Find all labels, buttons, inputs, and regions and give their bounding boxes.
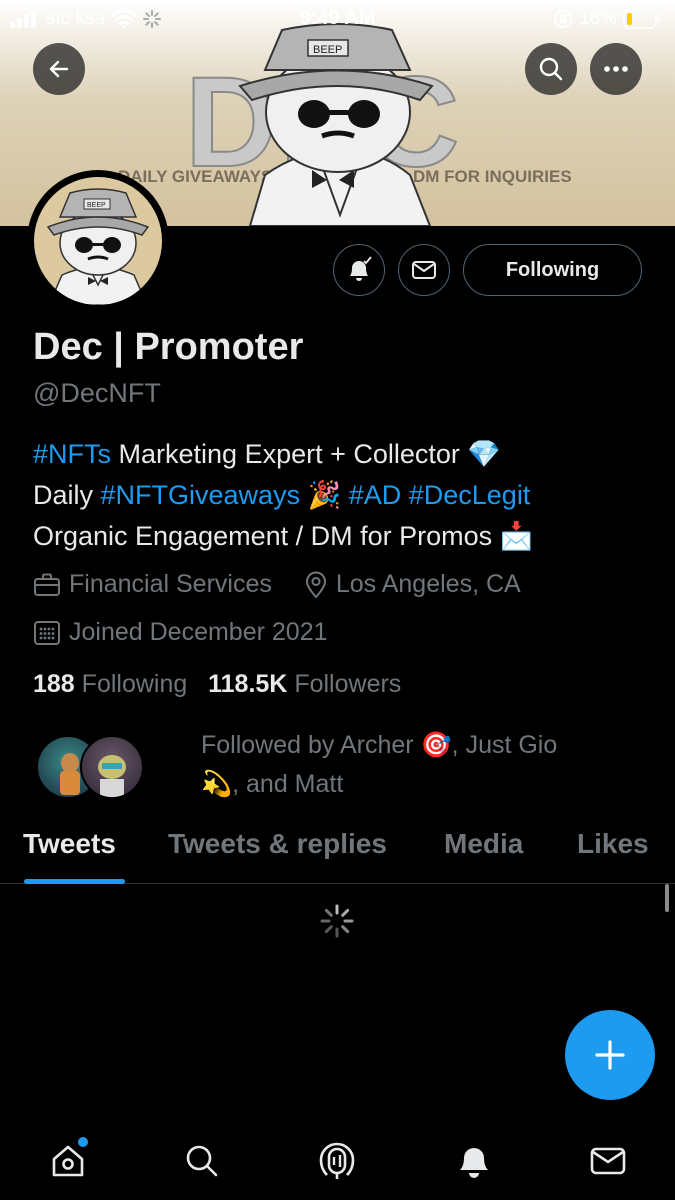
nav-search[interactable] [180, 1139, 224, 1183]
profile-bio: #NFTs Marketing Expert + Collector 💎 Dai… [33, 434, 653, 557]
nav-notifications[interactable] [452, 1139, 496, 1183]
banner-left-text: DAILY GIVEAWAYS [118, 167, 272, 186]
more-button[interactable] [590, 43, 642, 95]
profile-handle: @DecNFT [33, 378, 161, 408]
following-count: 188 [33, 670, 75, 698]
followed-by-line-1: Followed by Archer 🎯, Just Gio [201, 731, 558, 759]
followers-link[interactable]: 118.5K Followers [208, 670, 401, 698]
status-bar: stc ksa 9:49 AM 16% [0, 0, 675, 36]
status-right: 16% [553, 8, 661, 30]
compose-tweet-button[interactable] [565, 1010, 655, 1100]
profile-joined: Joined December 2021 [69, 618, 328, 646]
nav-messages[interactable] [586, 1139, 630, 1183]
profile-tabs: Tweets Tweets & replies Media Likes [0, 828, 675, 884]
followed-by-text[interactable]: Followed by Archer 🎯, Just Gio 💫, and Ma… [201, 726, 631, 804]
profile-meta-row-2: Joined December 2021 [33, 618, 328, 647]
notifications-subscribe-button[interactable] [333, 244, 385, 296]
gem-emoji: 💎 [467, 439, 502, 469]
following-button[interactable]: Following [463, 244, 642, 296]
followers-count: 118.5K [208, 670, 288, 698]
more-icon [604, 66, 628, 72]
search-button[interactable] [525, 43, 577, 95]
envelope-emoji: 📩 [499, 521, 534, 551]
back-button[interactable] [33, 43, 85, 95]
location-pin-icon [305, 571, 326, 598]
following-label: Following [81, 670, 188, 698]
spaces-icon [319, 1142, 355, 1179]
active-tab-indicator [24, 879, 125, 884]
bio-line-2: Daily #NFTGiveaways 🎉 #AD #DecLegit [33, 475, 653, 516]
calendar-icon [34, 620, 60, 645]
avatar-image: BEEP [34, 177, 162, 305]
follower-avatar [80, 735, 144, 799]
battery-percent: 16% [578, 8, 617, 29]
briefcase-icon [34, 573, 60, 596]
hashtag-link[interactable]: #AD [349, 480, 402, 510]
scrollbar[interactable] [665, 884, 669, 912]
notifications-icon [460, 1148, 488, 1178]
following-link[interactable]: 188 Following [33, 670, 187, 698]
tab-likes[interactable]: Likes [577, 828, 649, 860]
profile-avatar[interactable]: BEEP [27, 170, 169, 312]
battery-icon [623, 9, 660, 29]
party-emoji: 🎉 [300, 480, 349, 510]
hashtag-link[interactable]: #NFTs [33, 439, 111, 469]
banner-hat-text: BEEP [313, 44, 342, 56]
bottom-nav [0, 1115, 675, 1200]
profile-meta-row-1: Financial Services Los Angeles, CA [33, 570, 521, 599]
search-icon [539, 57, 563, 81]
nav-spaces[interactable] [315, 1139, 359, 1183]
orientation-lock-icon [553, 10, 572, 28]
hashtag-link[interactable]: #DecLegit [409, 480, 531, 510]
followed-by-avatars[interactable] [36, 735, 146, 801]
avatar-artwork: BEEP [46, 188, 150, 305]
bell-check-icon [350, 256, 372, 281]
home-new-indicator [78, 1137, 88, 1147]
home-icon [52, 1145, 84, 1177]
search-icon [186, 1145, 218, 1177]
bio-line-1: #NFTs Marketing Expert + Collector 💎 [33, 434, 653, 475]
loading-spinner-icon [320, 904, 354, 938]
followers-label: Followers [294, 670, 402, 698]
back-arrow-icon [49, 60, 69, 78]
tab-tweets[interactable]: Tweets [23, 828, 116, 860]
avatar-hat-text: BEEP [87, 202, 106, 209]
bio-text: Daily [33, 480, 101, 510]
follower-avatar-art [98, 755, 126, 797]
tab-tweets-and-replies[interactable]: Tweets & replies [168, 828, 387, 860]
bio-text: Marketing Expert + Collector [111, 439, 468, 469]
bio-text: Organic Engagement / DM for Promos [33, 521, 500, 551]
profile-category: Financial Services [69, 570, 272, 598]
profile-stats: 188 Following 118.5K Followers [33, 670, 401, 699]
messages-icon [590, 1147, 626, 1175]
envelope-icon [412, 261, 436, 279]
profile-location: Los Angeles, CA [335, 570, 521, 598]
banner-right-text: DM FOR INQUIRIES [413, 167, 572, 186]
hashtag-link[interactable]: #NFTGiveaways [101, 480, 301, 510]
message-button[interactable] [398, 244, 450, 296]
profile-name: Dec | Promoter [33, 326, 304, 368]
tab-media[interactable]: Media [444, 828, 523, 860]
followed-by-line-2: 💫, and Matt [201, 770, 344, 798]
nav-home[interactable] [46, 1137, 90, 1183]
bio-line-3: Organic Engagement / DM for Promos 📩 [33, 516, 653, 557]
plus-icon [595, 1040, 625, 1070]
